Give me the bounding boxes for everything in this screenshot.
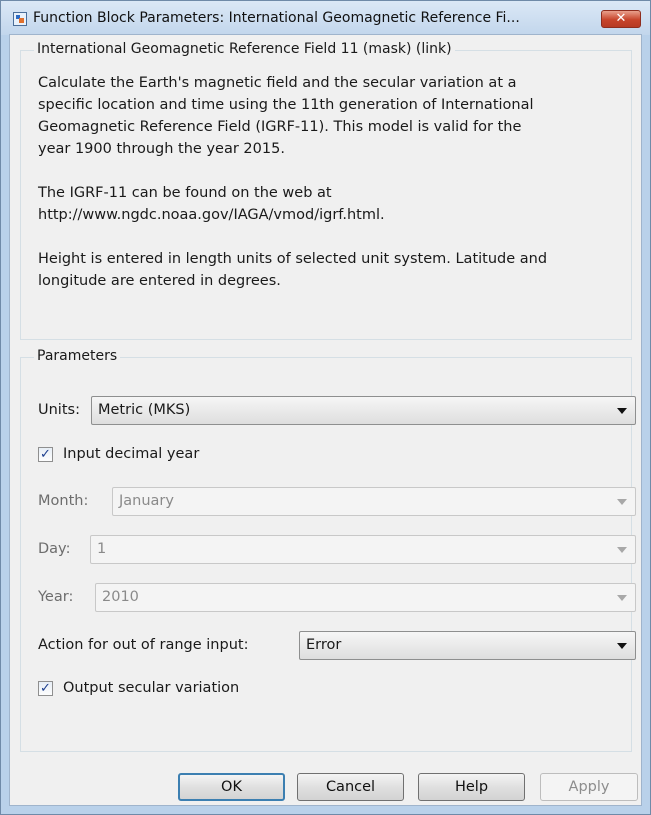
dropdown-arrow-icon bbox=[617, 408, 627, 414]
help-button[interactable]: Help bbox=[418, 773, 525, 801]
simulink-block-icon bbox=[13, 12, 27, 26]
window-title: Function Block Parameters: International… bbox=[33, 10, 520, 26]
description-line: Calculate the Earth's magnetic field and… bbox=[38, 75, 517, 91]
year-label: Year: bbox=[38, 589, 74, 605]
action-value: Error bbox=[306, 637, 342, 653]
output-secular-variation-label[interactable]: Output secular variation bbox=[63, 678, 239, 698]
close-button[interactable]: ✕ bbox=[601, 10, 641, 28]
dialog-client-area: International Geomagnetic Reference Fiel… bbox=[9, 34, 642, 806]
button-row: OK Cancel Help Apply bbox=[10, 773, 641, 801]
title-bar[interactable]: Function Block Parameters: International… bbox=[1, 1, 650, 35]
description-line: specific location and time using the 11t… bbox=[38, 97, 534, 113]
day-label: Day: bbox=[38, 541, 71, 557]
description-line: The IGRF-11 can be found on the web at bbox=[38, 185, 332, 201]
description-line: Height is entered in length units of sel… bbox=[38, 251, 548, 267]
description-line: longitude are entered in degrees. bbox=[38, 273, 281, 289]
ok-button[interactable]: OK bbox=[178, 773, 285, 801]
year-dropdown[interactable]: 2010 bbox=[95, 583, 636, 612]
description-group-title: International Geomagnetic Reference Fiel… bbox=[34, 41, 455, 58]
month-value: January bbox=[119, 493, 174, 509]
units-label: Units: bbox=[38, 402, 80, 418]
action-label: Action for out of range input: bbox=[38, 637, 249, 653]
year-value: 2010 bbox=[102, 589, 139, 605]
description-line: year 1900 through the year 2015. bbox=[38, 141, 285, 157]
dropdown-arrow-icon bbox=[617, 643, 627, 649]
action-dropdown[interactable]: Error bbox=[299, 631, 636, 660]
dropdown-arrow-icon bbox=[617, 547, 627, 553]
description-link: http://www.ngdc.noaa.gov/IAGA/vmod/igrf.… bbox=[38, 207, 385, 223]
day-value: 1 bbox=[97, 541, 107, 557]
month-label: Month: bbox=[38, 493, 89, 509]
parameters-group-title: Parameters bbox=[34, 348, 121, 365]
cancel-button[interactable]: Cancel bbox=[297, 773, 404, 801]
apply-button[interactable]: Apply bbox=[540, 773, 638, 801]
dialog-window: Function Block Parameters: International… bbox=[0, 0, 651, 815]
units-dropdown[interactable]: Metric (MKS) bbox=[91, 396, 636, 425]
day-dropdown[interactable]: 1 bbox=[90, 535, 636, 564]
input-decimal-year-label[interactable]: Input decimal year bbox=[63, 444, 199, 464]
dropdown-arrow-icon bbox=[617, 595, 627, 601]
dropdown-arrow-icon bbox=[617, 499, 627, 505]
input-decimal-year-checkbox[interactable]: ✓ bbox=[38, 447, 53, 462]
output-secular-variation-checkbox[interactable]: ✓ bbox=[38, 681, 53, 696]
description-line: Geomagnetic Reference Field (IGRF-11). T… bbox=[38, 119, 522, 135]
month-dropdown[interactable]: January bbox=[112, 487, 636, 516]
units-value: Metric (MKS) bbox=[98, 402, 191, 418]
